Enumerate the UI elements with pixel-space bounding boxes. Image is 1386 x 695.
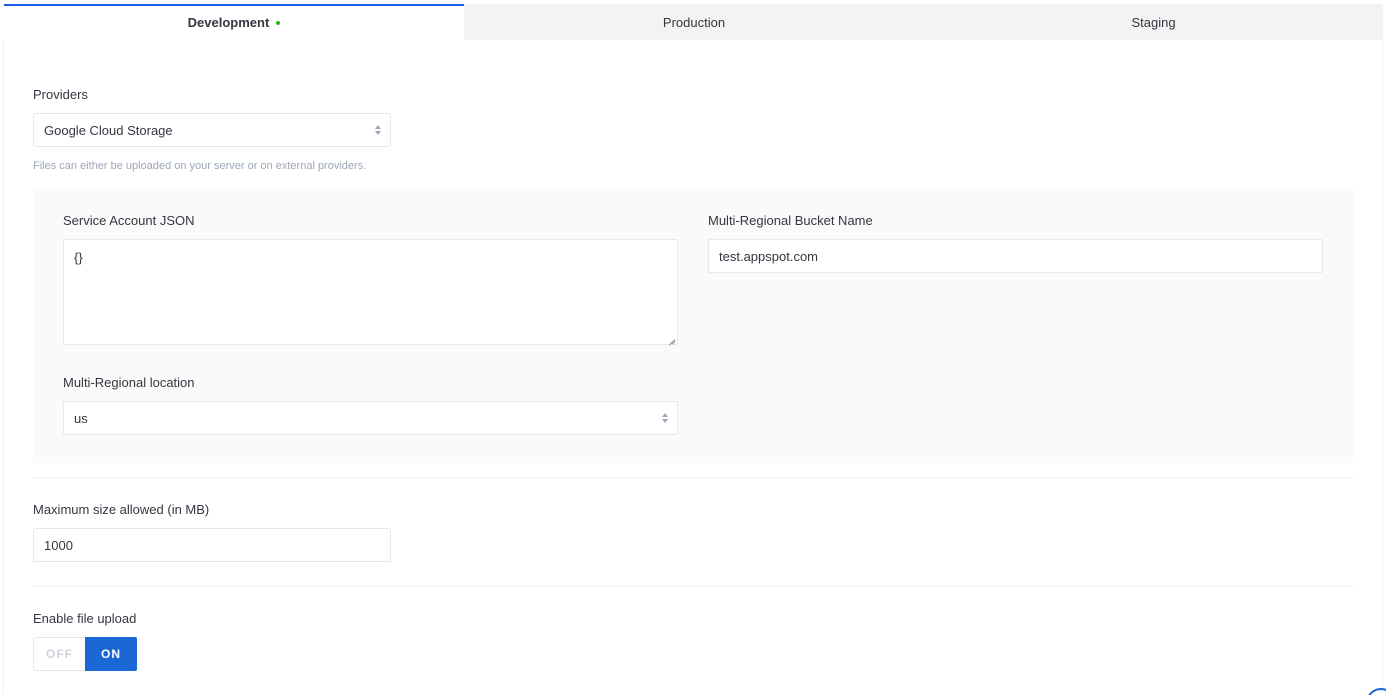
bucket-name-label: Multi-Regional Bucket Name [708,213,873,228]
providers-label: Providers [33,87,88,102]
service-account-textarea[interactable]: {} [63,239,678,345]
tab-label: Production [662,14,726,30]
bucket-name-input[interactable]: test.appspot.com [708,239,1323,273]
bucket-name-value: test.appspot.com [719,248,818,264]
tab-label: Development [187,14,270,30]
service-account-label: Service Account JSON [63,213,195,228]
tab-staging[interactable]: Staging [924,4,1383,40]
section-divider [33,586,1353,587]
tab-production[interactable]: Production [464,4,924,40]
max-size-value: 1000 [44,537,73,553]
providers-selected-value: Google Cloud Storage [44,122,173,138]
location-selected-value: us [74,410,88,426]
tab-label: Staging [1131,14,1176,30]
max-size-input[interactable]: 1000 [33,528,391,562]
provider-settings-panel: Service Account JSON {} Multi-Regional B… [33,188,1353,463]
select-arrows-icon [374,124,382,136]
providers-select[interactable]: Google Cloud Storage [33,113,391,147]
resize-handle-icon[interactable] [668,335,676,343]
enable-upload-toggle: OFF ON [33,637,137,671]
status-dot-icon [276,21,281,25]
max-size-label: Maximum size allowed (in MB) [33,502,210,517]
toggle-on-button[interactable]: ON [85,637,137,671]
service-account-value: {} [74,250,83,265]
location-select[interactable]: us [63,401,678,435]
select-arrows-icon [661,412,669,424]
environment-tabs: Development Production Staging [4,4,1383,40]
toggle-off-button[interactable]: OFF [33,637,85,671]
enable-upload-label: Enable file upload [33,611,137,626]
providers-hint: Files can either be uploaded on your ser… [33,160,367,172]
section-divider [33,477,1353,478]
tab-development[interactable]: Development [4,4,464,40]
location-label: Multi-Regional location [63,375,195,390]
